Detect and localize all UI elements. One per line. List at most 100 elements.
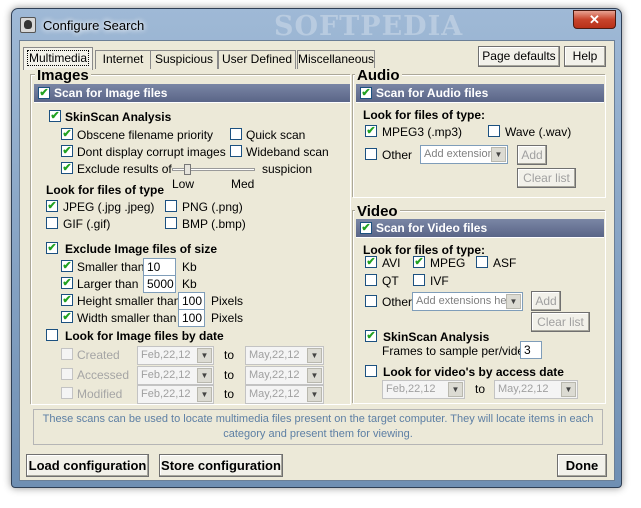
image-by-date-label: Look for Image files by date [65,329,224,343]
help-button[interactable]: Help [564,46,606,67]
slider-med-label: Med [231,177,255,191]
video-access-date-label: Look for video's by access date [383,365,564,379]
accessed-from-date[interactable]: Feb,22,12 ▼ [137,366,214,385]
accessed-to-date[interactable]: May,22,12 ▼ [245,366,324,385]
video-other-label: Other [382,295,413,309]
video-access-date-checkbox[interactable] [365,365,377,377]
dont-display-corrupt-checkbox[interactable]: ✔ [61,145,73,157]
tab-suspicious[interactable]: Suspicious [150,50,218,69]
scan-video-files-checkbox[interactable]: ✔ [360,222,372,234]
quick-scan-checkbox[interactable] [230,128,242,140]
video-to-date[interactable]: May,22,12 ▼ [494,380,578,399]
smaller-than-input[interactable]: 10 [143,258,176,276]
ivf-checkbox[interactable] [413,274,425,286]
width-smaller-checkbox[interactable]: ✔ [61,311,73,323]
asf-checkbox[interactable] [476,256,488,268]
audio-other-checkbox[interactable] [365,148,377,160]
slider-low-label: Low [172,177,195,191]
dropdown-icon: ▼ [307,387,322,402]
mpeg-label: MPEG [430,256,466,270]
smaller-than-checkbox[interactable]: ✔ [61,260,73,272]
image-by-date-checkbox[interactable] [46,329,58,341]
modified-checkbox[interactable] [61,387,73,399]
audio-add-extension-combo[interactable]: Add extension ▼ [420,145,508,164]
date-value: Feb,22,12 [141,388,191,400]
created-label: Created [77,348,120,362]
slider-thumb[interactable] [184,164,191,175]
bmp-checkbox[interactable] [165,217,177,229]
skinscan-analysis-checkbox[interactable]: ✔ [49,110,61,122]
close-icon[interactable]: ✕ [573,10,616,29]
avi-label: AVI [382,256,401,270]
mp3-checkbox[interactable]: ✔ [365,125,377,137]
video-from-date[interactable]: Feb,22,12 ▼ [382,380,465,399]
frames-input[interactable]: 3 [520,341,542,359]
accessed-label: Accessed [77,368,130,382]
date-value: Feb,22,12 [141,349,191,361]
scan-audio-files-checkbox[interactable]: ✔ [360,87,372,99]
suspicion-slider[interactable] [172,164,255,175]
to-label: to [224,387,235,401]
date-value: Feb,22,12 [386,383,436,395]
png-checkbox[interactable] [165,200,177,212]
ivf-label: IVF [430,274,449,288]
date-value: May,22,12 [498,383,549,395]
dropdown-icon: ▼ [448,382,463,397]
qt-checkbox[interactable] [365,274,377,286]
modified-from-date[interactable]: Feb,22,12 ▼ [137,385,214,404]
scan-image-files-bar: ✔ Scan for Image files [34,84,350,103]
created-from-date[interactable]: Feb,22,12 ▼ [137,346,214,365]
wave-checkbox[interactable] [488,125,500,137]
asf-label: ASF [493,256,517,270]
wideband-scan-checkbox[interactable] [230,145,242,157]
exclude-results-checkbox[interactable]: ✔ [61,162,73,174]
height-smaller-checkbox[interactable]: ✔ [61,294,73,306]
page-defaults-button[interactable]: Page defaults [478,46,560,67]
date-value: May,22,12 [249,349,300,361]
combo-placeholder: Add extensions her [416,295,511,307]
to-label: to [224,368,235,382]
app-icon [20,17,36,33]
video-skinscan-checkbox[interactable]: ✔ [365,330,377,342]
gif-label: GIF (.gif) [63,217,111,231]
tab-user-defined[interactable]: User Defined [218,50,296,69]
avi-checkbox[interactable]: ✔ [365,256,377,268]
created-checkbox[interactable] [61,348,73,360]
video-add-button[interactable]: Add [531,291,561,311]
done-button[interactable]: Done [557,454,607,477]
audio-add-button[interactable]: Add [517,145,547,165]
dropdown-icon: ▼ [506,294,521,309]
dropdown-icon: ▼ [307,368,322,383]
gif-checkbox[interactable] [46,217,58,229]
larger-than-checkbox[interactable]: ✔ [61,277,73,289]
dropdown-icon: ▼ [197,387,212,402]
scan-audio-files-bar: ✔ Scan for Audio files [356,84,604,103]
load-configuration-button[interactable]: Load configuration [26,454,149,477]
scan-image-files-checkbox[interactable]: ✔ [38,87,50,99]
configure-search-window: Configure Search SOFTPEDIA ✕ Multimedia … [11,8,622,488]
dropdown-icon: ▼ [491,147,506,162]
jpeg-checkbox[interactable]: ✔ [46,200,58,212]
audio-clear-list-button[interactable]: Clear list [517,168,576,188]
video-group-title: Video [355,203,400,220]
modified-to-date[interactable]: May,22,12 ▼ [245,385,324,404]
exclude-results-label: Exclude results of [77,162,172,176]
tab-internet[interactable]: Internet [95,50,151,69]
title-bar[interactable]: Configure Search SOFTPEDIA ✕ [12,9,621,42]
video-clear-list-button[interactable]: Clear list [531,312,590,332]
video-add-extension-combo[interactable]: Add extensions her ▼ [412,292,523,311]
mpeg-checkbox[interactable]: ✔ [413,256,425,268]
height-input[interactable]: 100 [178,292,205,310]
exclude-size-checkbox[interactable]: ✔ [46,242,58,254]
obscene-filename-checkbox[interactable]: ✔ [61,128,73,140]
larger-than-input[interactable]: 5000 [143,275,176,293]
suspicion-label: suspicion [262,162,313,176]
wave-label: Wave (.wav) [505,125,572,139]
accessed-checkbox[interactable] [61,368,73,380]
width-input[interactable]: 100 [178,309,205,327]
store-configuration-button[interactable]: Store configuration [159,454,283,477]
video-other-checkbox[interactable] [365,295,377,307]
smaller-unit: Kb [182,260,197,274]
height-smaller-label: Height smaller than [77,294,181,308]
created-to-date[interactable]: May,22,12 ▼ [245,346,324,365]
